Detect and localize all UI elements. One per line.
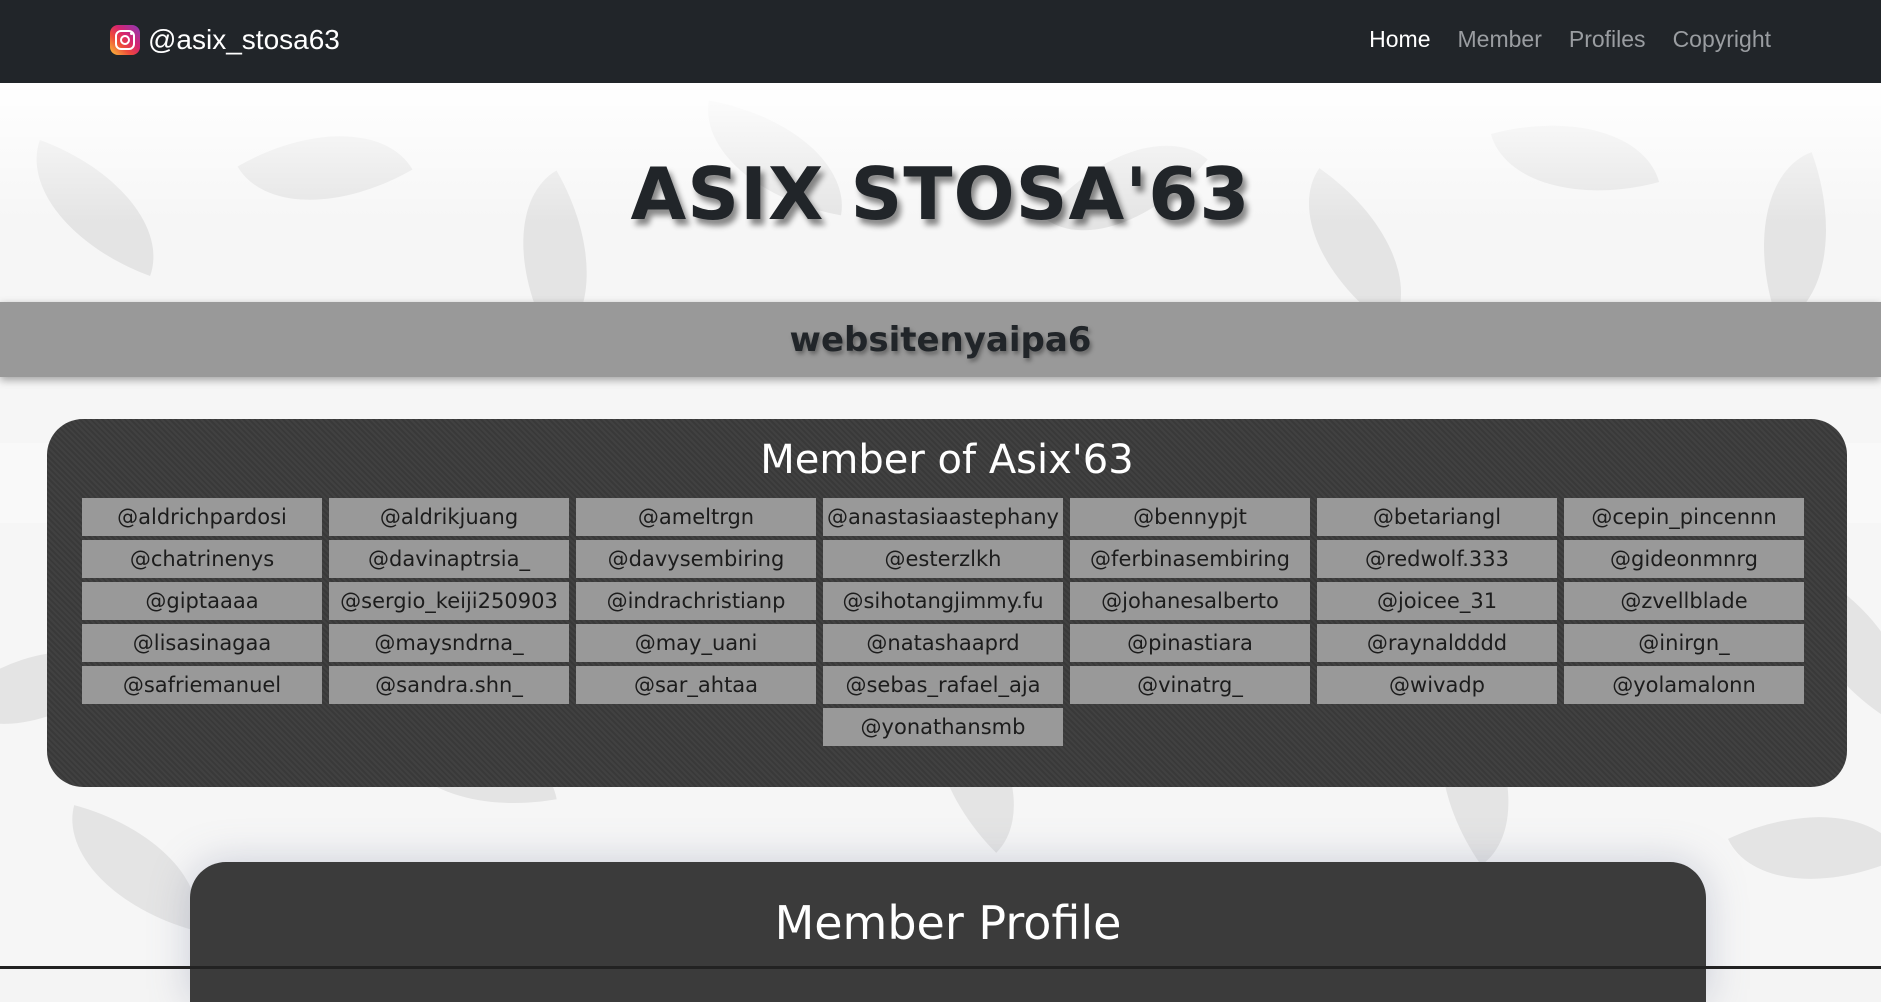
member-handle[interactable]: @maysndrna_ xyxy=(329,624,569,662)
member-handle[interactable]: @cepin_pincennn xyxy=(1564,498,1804,536)
member-handle[interactable]: @raynaldddd xyxy=(1317,624,1557,662)
member-section-title: Member of Asix'63 xyxy=(760,437,1134,483)
member-handle[interactable]: @redwolf.333 xyxy=(1317,540,1557,578)
member-handle[interactable]: @aldrichpardosi xyxy=(82,498,322,536)
member-handle[interactable]: @pinastiara xyxy=(1070,624,1310,662)
nav-profiles[interactable]: Profiles xyxy=(1569,26,1646,53)
member-panel: Member of Asix'63 @aldrichpardosi @aldrik… xyxy=(47,419,1847,787)
nav-member[interactable]: Member xyxy=(1458,26,1542,53)
member-handle[interactable]: @johanesalberto xyxy=(1070,582,1310,620)
member-handle[interactable]: @indrachristianp xyxy=(576,582,816,620)
nav-links: Home Member Profiles Copyright xyxy=(1369,26,1771,53)
profile-section-title: Member Profile xyxy=(774,896,1122,950)
brand-label: @asix_stosa63 xyxy=(148,24,340,55)
banner-text: websitenyaipa6 xyxy=(789,319,1092,360)
profile-panel: Member Profile xyxy=(190,862,1706,1002)
hero-title: ASIX STOSA'63 xyxy=(630,152,1251,236)
member-handle[interactable]: @sandra.shn_ xyxy=(329,666,569,704)
member-handle[interactable]: @vinatrg_ xyxy=(1070,666,1310,704)
member-handle[interactable]: @sebas_rafael_aja xyxy=(823,666,1063,704)
member-grid: @aldrichpardosi @aldrikjuang @ameltrgn @ana… xyxy=(82,498,1804,746)
member-handle[interactable]: @aldrikjuang xyxy=(329,498,569,536)
top-navbar: @asix_stosa63 Home Member Profiles Copyr… xyxy=(0,0,1881,83)
member-handle[interactable]: @betariangl xyxy=(1317,498,1557,536)
member-handle[interactable]: @inirgn_ xyxy=(1564,624,1804,662)
member-handle[interactable]: @davinaptrsia_ xyxy=(329,540,569,578)
instagram-icon xyxy=(110,25,140,55)
nav-home[interactable]: Home xyxy=(1369,26,1430,53)
member-handle[interactable]: @lisasinagaa xyxy=(82,624,322,662)
brand-link[interactable]: @asix_stosa63 xyxy=(110,24,340,56)
member-handle[interactable]: @chatrinenys xyxy=(82,540,322,578)
member-handle[interactable]: @joicee_31 xyxy=(1317,582,1557,620)
member-handle[interactable]: @natashaaprd xyxy=(823,624,1063,662)
member-handle[interactable]: @gideonmnrg xyxy=(1564,540,1804,578)
member-handle[interactable]: @zvellblade xyxy=(1564,582,1804,620)
member-handle[interactable]: @sar_ahtaa xyxy=(576,666,816,704)
member-handle[interactable]: @esterzlkh xyxy=(823,540,1063,578)
member-handle[interactable]: @yonathansmb xyxy=(823,708,1063,746)
member-handle[interactable]: @bennypjt xyxy=(1070,498,1310,536)
member-handle[interactable]: @ameltrgn xyxy=(576,498,816,536)
member-handle[interactable]: @may_uani xyxy=(576,624,816,662)
member-handle[interactable]: @davysembiring xyxy=(576,540,816,578)
member-handle[interactable]: @wivadp xyxy=(1317,666,1557,704)
member-handle[interactable]: @sergio_keiji250903 xyxy=(329,582,569,620)
member-handle[interactable]: @safriemanuel xyxy=(82,666,322,704)
member-handle[interactable]: @sihotangjimmy.fu xyxy=(823,582,1063,620)
nav-copyright[interactable]: Copyright xyxy=(1673,26,1771,53)
member-handle[interactable]: @ferbinasembiring xyxy=(1070,540,1310,578)
site-banner: websitenyaipa6 xyxy=(0,302,1881,377)
member-handle[interactable]: @giptaaaa xyxy=(82,582,322,620)
member-handle[interactable]: @yolamalonn xyxy=(1564,666,1804,704)
member-handle[interactable]: @anastasiaastephany xyxy=(823,498,1063,536)
